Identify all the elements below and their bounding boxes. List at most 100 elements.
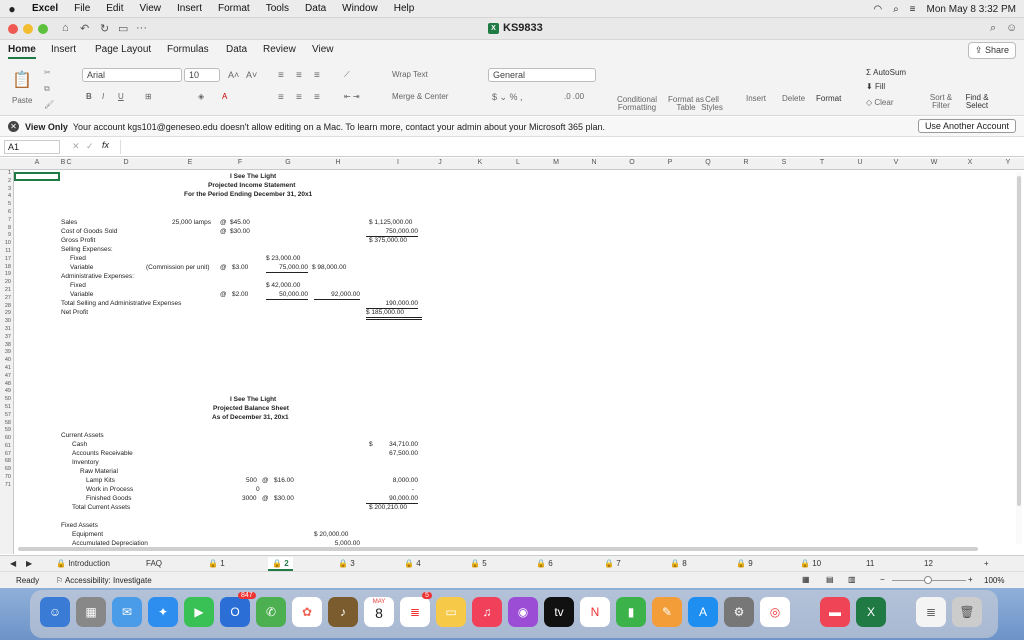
zoom-thumb[interactable] [924,576,932,584]
row-header[interactable]: 71 [0,482,13,490]
calendar-icon[interactable]: MAY 8 [364,597,394,627]
close-window-button[interactable] [8,24,18,34]
document-icon[interactable]: ≣ [916,597,946,627]
row-header[interactable]: 4 [0,193,13,201]
menu-file[interactable]: File [66,3,98,14]
zoom-window-button[interactable] [38,24,48,34]
selected-cell[interactable] [14,172,60,181]
insert-cells-button[interactable]: Insert [746,94,766,103]
menu-help[interactable]: Help [386,3,423,14]
undo-icon[interactable]: ↶ [80,22,89,35]
menu-tools[interactable]: Tools [258,3,297,14]
conditional-formatting-button[interactable]: Conditional Formatting [612,96,662,112]
music-icon[interactable]: ♫ [472,597,502,627]
row-header[interactable]: 7 [0,217,13,225]
row-header[interactable]: 59 [0,427,13,435]
home-icon[interactable]: ⌂ [62,22,69,34]
row-header[interactable]: 51 [0,404,13,412]
row-header[interactable]: 20 [0,279,13,287]
excel-icon[interactable]: X [856,597,886,627]
row-header[interactable]: 68 [0,458,13,466]
clock[interactable]: Mon May 8 3:32 PM [927,4,1016,15]
column-header[interactable]: K [460,159,500,166]
wrap-text-button[interactable]: Wrap Text [392,70,428,79]
use-another-account-button[interactable]: Use Another Account [917,119,1016,133]
row-header[interactable]: 60 [0,435,13,443]
align-right-icon[interactable]: ≡ [314,92,320,103]
news-icon[interactable]: N [580,597,610,627]
row-header[interactable]: 67 [0,451,13,459]
align-center-icon[interactable]: ≡ [296,92,302,103]
sheet-tab-11[interactable]: 11 [866,559,874,568]
share-button[interactable]: ⇪ Share [967,42,1016,59]
horizontal-scrollbar[interactable] [14,546,1014,552]
apple-tv-icon[interactable]: tv [544,597,574,627]
column-header[interactable]: R [726,159,766,166]
finder-icon[interactable]: ☺ [40,597,70,627]
column-header[interactable]: W [914,159,954,166]
photos-icon[interactable]: ✿ [292,597,322,627]
name-box[interactable]: A1 [4,140,60,154]
sheet-tab-6[interactable]: 🔒 6 [536,559,553,568]
scroll-thumb[interactable] [18,547,978,551]
column-header[interactable]: N [574,159,614,166]
column-header[interactable]: X [950,159,990,166]
podcasts-icon[interactable]: ◉ [508,597,538,627]
tab-view[interactable]: View [312,44,334,55]
row-header[interactable]: 18 [0,264,13,272]
font-name-select[interactable]: Arial [82,68,182,82]
page-break-icon[interactable]: ▥ [848,575,856,584]
column-header[interactable]: S [764,159,804,166]
row-header[interactable]: 70 [0,474,13,482]
tab-insert[interactable]: Insert [51,44,76,55]
column-header[interactable]: L [498,159,538,166]
format-painter-icon[interactable]: 🖌 [44,100,54,109]
row-header[interactable]: 6 [0,209,13,217]
sheet-tab-faq[interactable]: FAQ [146,559,162,568]
add-sheet-icon[interactable]: + [984,559,989,568]
zoom-in-icon[interactable]: + [968,575,973,584]
currency-button[interactable]: $ ⌄ % , [492,92,523,103]
row-header[interactable]: 50 [0,396,13,404]
column-header[interactable]: U [840,159,880,166]
search-icon[interactable]: ⌕ [893,4,899,15]
save-icon[interactable]: ▭ [118,22,128,35]
row-header[interactable]: 10 [0,240,13,248]
trash-icon[interactable]: 🗑 [952,597,982,627]
column-header[interactable]: Y [988,159,1024,166]
page-layout-icon[interactable]: ▤ [826,575,834,584]
column-header[interactable]: P [650,159,690,166]
menu-app[interactable]: Excel [24,3,66,14]
sheet-tab-introduction[interactable]: 🔒 Introduction [56,559,110,568]
chrome-icon[interactable]: ◎ [760,597,790,627]
sheet-tab-8[interactable]: 🔒 8 [670,559,687,568]
accessibility-status[interactable]: ⚐ Accessibility: Investigate [56,576,152,585]
copy-icon[interactable]: ⧉ [44,84,50,94]
align-bottom-icon[interactable]: ≡ [314,70,320,81]
formula-input[interactable] [120,140,1010,154]
row-header[interactable]: 31 [0,326,13,334]
cancel-icon[interactable]: ✕ [72,141,80,152]
row-header[interactable]: 69 [0,466,13,474]
column-header[interactable]: T [802,159,842,166]
prev-sheet-icon[interactable]: ◀ [10,559,16,568]
font-grow-icon[interactable]: A˄ [228,70,239,80]
fill-color-icon[interactable]: ◈ [198,92,204,101]
normal-view-icon[interactable]: ▦ [802,575,810,584]
row-header[interactable]: 17 [0,256,13,264]
zoom-level[interactable]: 100% [984,576,1004,585]
mail-icon[interactable]: ✉ [112,597,142,627]
tab-data[interactable]: Data [226,44,247,55]
row-header[interactable]: 29 [0,310,13,318]
row-header[interactable]: 58 [0,420,13,428]
enter-icon[interactable]: ✓ [86,141,94,152]
menu-format[interactable]: Format [210,3,258,14]
row-header[interactable]: 19 [0,271,13,279]
reminders-icon[interactable]: ≣ [400,597,430,627]
row-header[interactable]: 21 [0,287,13,295]
row-header[interactable]: 11 [0,248,13,256]
scroll-thumb[interactable] [1017,176,1021,506]
underline-button[interactable]: U [118,92,124,101]
merge-center-button[interactable]: Merge & Center [392,92,448,101]
row-header[interactable]: 1 [0,170,13,178]
